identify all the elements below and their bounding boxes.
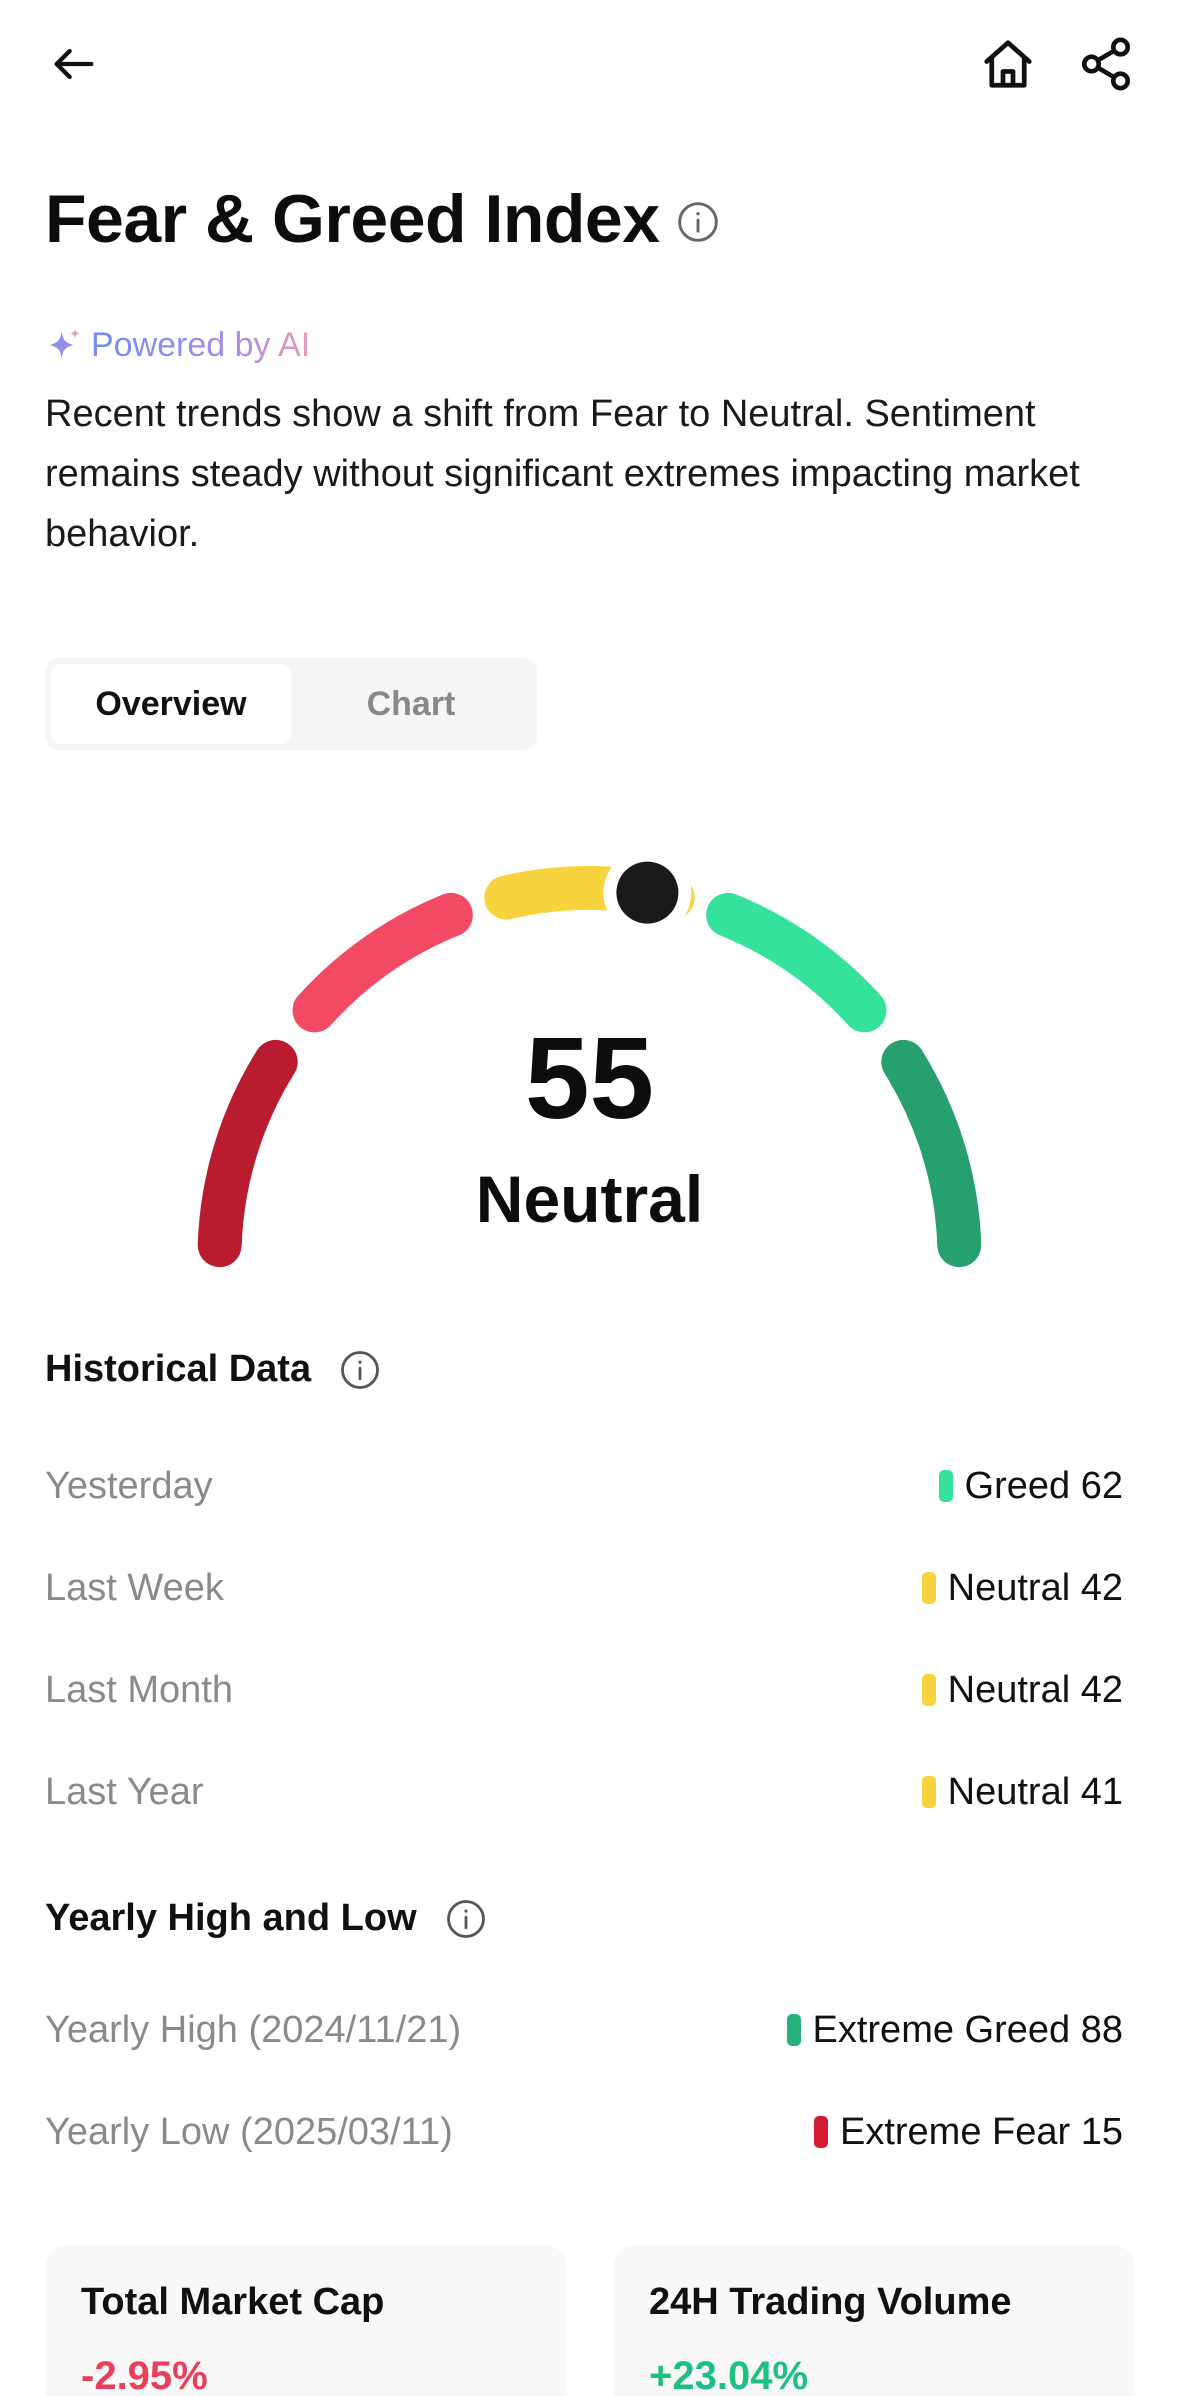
fear-greed-screen: Fear & Greed Index Powered by AI Recent …: [0, 0, 1179, 2396]
score: 42: [1080, 1668, 1123, 1711]
row-label: Last Year: [45, 1770, 204, 1813]
page-title: Fear & Greed Index: [45, 181, 660, 257]
gauge-segment-greed: [706, 892, 887, 1033]
status-text: Extreme Greed: [812, 2008, 1071, 2051]
row-value: Neutral 41: [921, 1770, 1123, 1814]
home-icon: [984, 40, 1032, 88]
status-text: Neutral: [947, 1668, 1071, 1711]
status-text: Neutral: [947, 1770, 1071, 1813]
ai-badge: Powered by AI: [45, 325, 310, 365]
info-icon[interactable]: [676, 200, 720, 244]
score: 15: [1080, 2110, 1123, 2153]
score: 62: [1080, 1464, 1123, 1507]
gauge-segment-fear: [292, 892, 473, 1033]
yearly-row-low: Yearly Low (2025/03/11) Extreme Fear 15: [45, 2102, 1123, 2162]
row-label: Yearly High (2024/11/21): [45, 2008, 462, 2051]
share-icon: [1081, 37, 1131, 91]
row-label: Yearly Low (2025/03/11): [45, 2110, 453, 2153]
historical-row-last-week: Last Week Neutral 42: [45, 1558, 1123, 1618]
status-dot: [813, 2116, 828, 2148]
ai-summary: Recent trends show a shift from Fear to …: [45, 393, 1080, 555]
ai-label: Powered by AI: [91, 325, 311, 364]
score: 88: [1080, 2008, 1123, 2051]
trading-volume-card[interactable]: 24H Trading Volume +23.04%: [613, 2245, 1135, 2396]
fear-greed-gauge: 55 Neutral: [0, 800, 1179, 1300]
score: 42: [1080, 1566, 1123, 1609]
status-text: Extreme Fear: [839, 2110, 1071, 2153]
score: 41: [1080, 1770, 1123, 1813]
yearly-title: Yearly High and Low: [45, 1897, 417, 1939]
sparkle-icon: [50, 328, 80, 359]
historical-title: Historical Data: [45, 1348, 312, 1390]
status-dot: [921, 1674, 936, 1706]
info-icon[interactable]: [339, 1349, 381, 1391]
total-market-cap-card[interactable]: Total Market Cap -2.95%: [45, 2245, 567, 2396]
row-value: Extreme Fear 15: [813, 2110, 1123, 2154]
historical-row-last-year: Last Year Neutral 41: [45, 1762, 1123, 1822]
info-icon[interactable]: [445, 1898, 487, 1940]
row-value: Extreme Greed 88: [786, 2008, 1123, 2052]
gauge-needle: [616, 861, 679, 924]
card-change: -2.95%: [81, 2354, 208, 2396]
row-value: Greed 62: [938, 1464, 1123, 1508]
row-label: Yesterday: [45, 1464, 213, 1507]
status-dot: [938, 1470, 953, 1502]
historical-row-yesterday: Yesterday Greed 62: [45, 1456, 1123, 1516]
tab-chart[interactable]: Chart: [291, 664, 531, 744]
tab-overview[interactable]: Overview: [51, 664, 291, 744]
status-dot: [786, 2014, 801, 2046]
yearly-row-high: Yearly High (2024/11/21) Extreme Greed 8…: [45, 2000, 1123, 2060]
status-text: Neutral: [947, 1566, 1071, 1609]
share-button[interactable]: [1066, 26, 1146, 102]
gauge-value: 55: [524, 1013, 655, 1143]
card-title: Total Market Cap: [81, 2281, 385, 2323]
view-tabs: Overview Chart: [45, 658, 537, 750]
row-label: Last Week: [45, 1566, 224, 1609]
title-row: Fear & Greed Index: [45, 180, 720, 258]
arrow-left-icon: [54, 48, 94, 80]
status-text: Greed: [964, 1464, 1071, 1507]
status-dot: [921, 1572, 936, 1604]
gauge-label: Neutral: [475, 1162, 704, 1236]
row-label: Last Month: [45, 1668, 233, 1711]
home-button[interactable]: [968, 26, 1048, 102]
card-change: +23.04%: [649, 2354, 809, 2396]
status-dot: [921, 1776, 936, 1808]
yearly-header: Yearly High and Low: [45, 1897, 487, 1940]
top-bar: [0, 0, 1179, 130]
historical-row-last-month: Last Month Neutral 42: [45, 1660, 1123, 1720]
card-title: 24H Trading Volume: [649, 2281, 1012, 2323]
row-value: Neutral 42: [921, 1566, 1123, 1610]
historical-header: Historical Data: [45, 1348, 381, 1391]
back-button[interactable]: [36, 26, 112, 102]
row-value: Neutral 42: [921, 1668, 1123, 1712]
